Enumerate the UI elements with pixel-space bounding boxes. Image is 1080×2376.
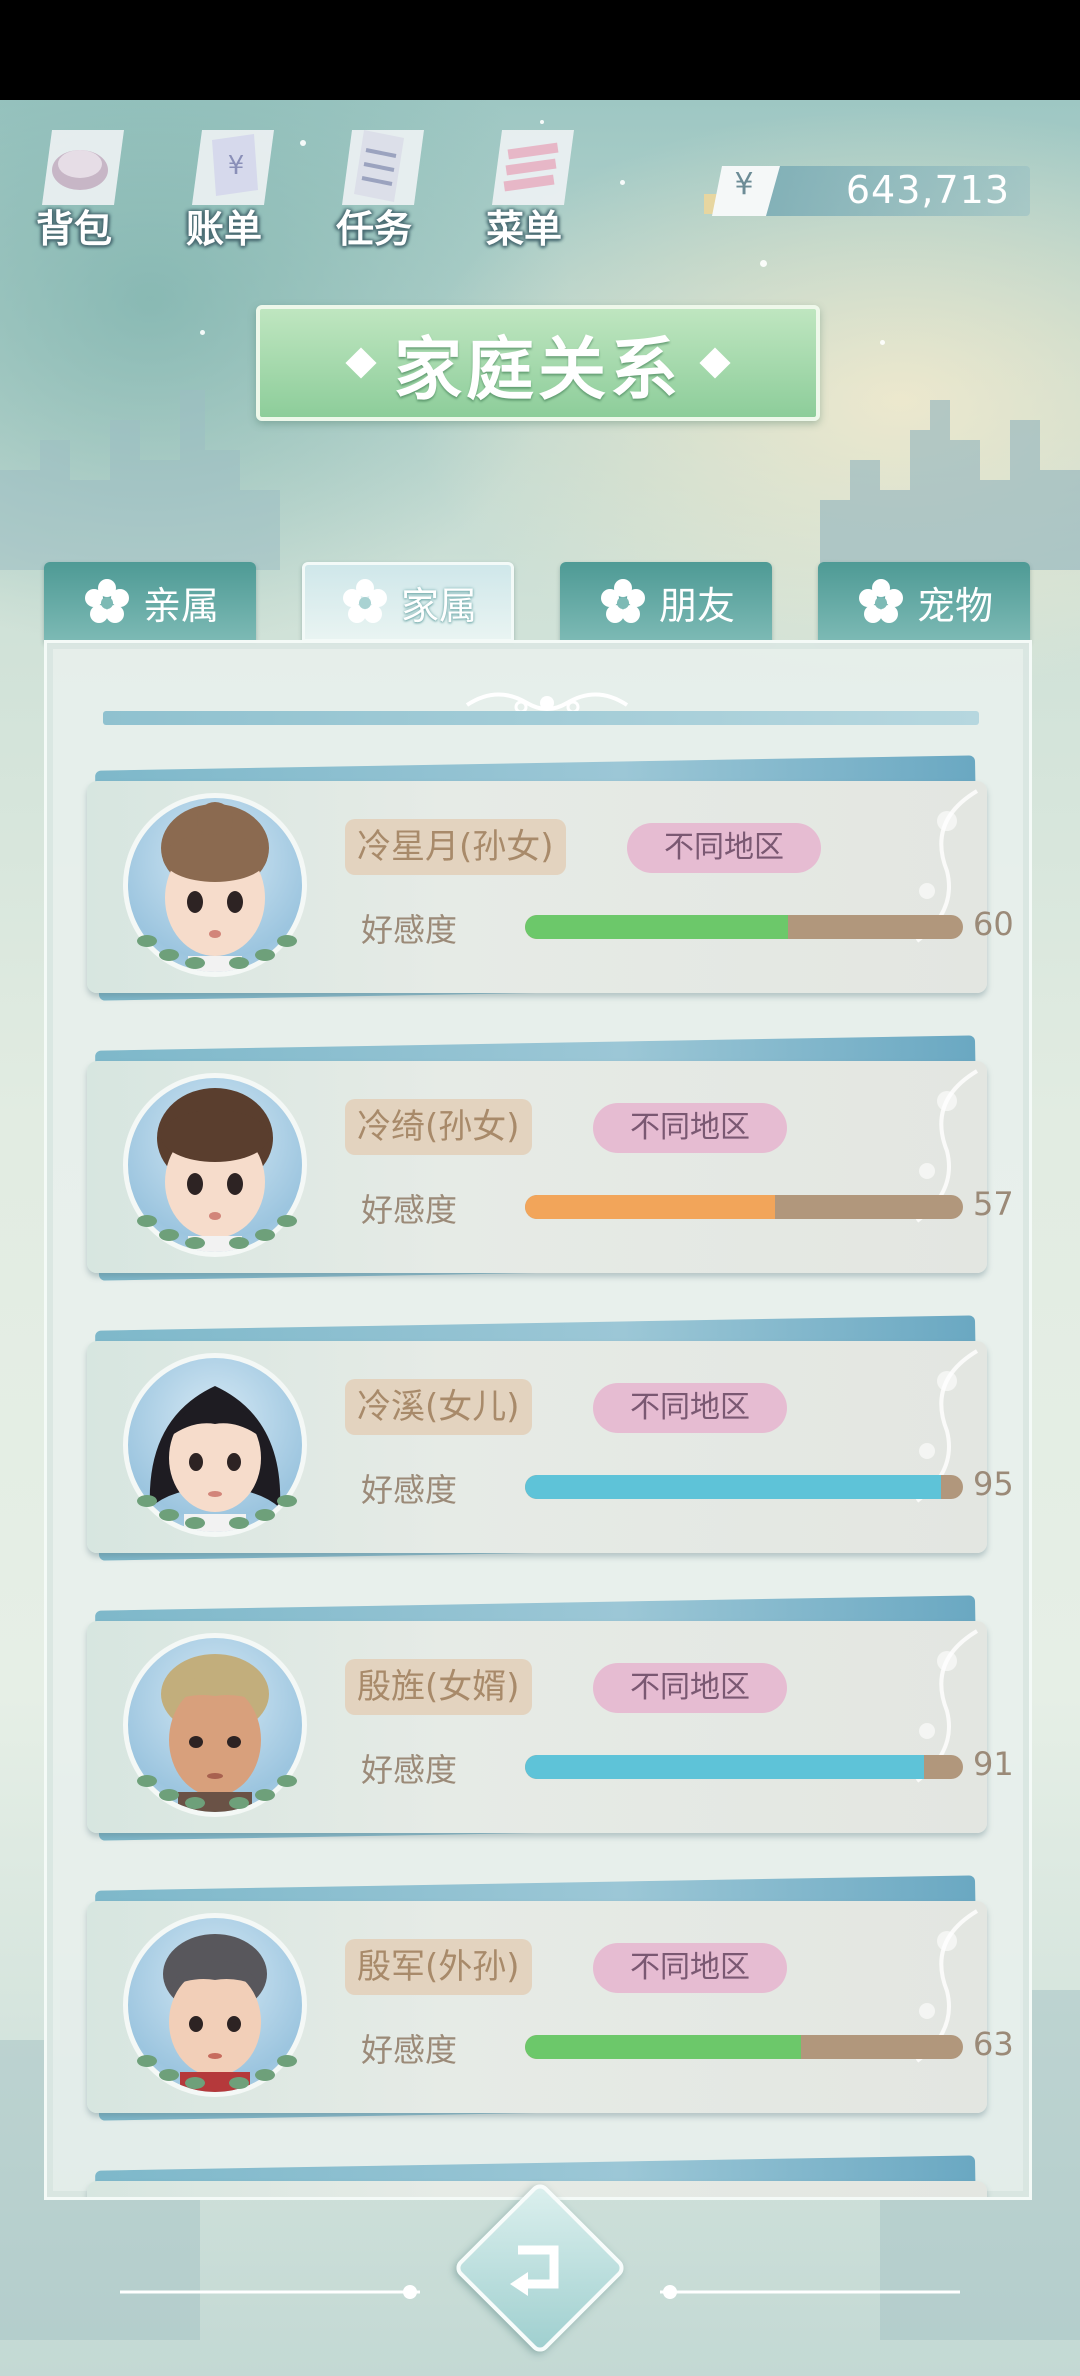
money-display: ¥ 643,713: [700, 160, 1040, 222]
diamond-icon: [345, 347, 377, 379]
affinity-value: 91: [973, 1745, 1014, 1783]
affinity-label: 好感度: [361, 1751, 458, 1789]
yen-icon: ¥: [704, 166, 780, 216]
affinity-bar-fill: [525, 915, 788, 939]
tab-label: 家属: [400, 583, 477, 628]
tab-label: 宠物: [916, 583, 993, 628]
tab-label: 朋友: [658, 583, 735, 628]
sparkle: [620, 180, 625, 185]
member-name: 殷军(外孙): [345, 1939, 532, 1995]
tab-family[interactable]: 家属: [302, 562, 514, 642]
bill-icon: ¥: [192, 130, 274, 205]
affinity-bar-fill: [525, 1475, 942, 1499]
tab-relatives[interactable]: 亲属: [44, 562, 256, 642]
member-card[interactable]: 殷旌(女婿) 不同地区 好感度 91: [87, 1595, 1014, 1847]
tab-label: 亲属: [142, 583, 219, 628]
member-name: 冷溪(女儿): [345, 1379, 532, 1435]
flower-icon: [342, 579, 387, 623]
bag-button[interactable]: 背包: [14, 110, 134, 251]
diamond-icon: [699, 347, 731, 379]
flower-icon: [600, 579, 645, 623]
money-value: 643,713: [845, 168, 1010, 212]
tab-pets[interactable]: 宠物: [818, 562, 1030, 642]
member-name: 冷绮(孙女): [345, 1099, 532, 1155]
sparkle: [880, 340, 885, 345]
leaf-wreath-icon: [137, 935, 297, 969]
card-edge: [103, 711, 979, 725]
affinity-value: 95: [973, 1465, 1014, 1503]
member-name: 殷旌(女婿): [345, 1659, 532, 1715]
affinity-bar: [525, 1755, 963, 1779]
tab-friends[interactable]: 朋友: [560, 562, 772, 642]
bill-label: 账单: [185, 207, 262, 251]
svg-text:¥: ¥: [734, 167, 753, 202]
leaf-wreath-icon: [137, 1215, 297, 1249]
flower-icon: [858, 579, 903, 623]
sparkle: [760, 260, 767, 267]
affinity-label: 好感度: [361, 2031, 458, 2069]
affinity-value: 57: [973, 1185, 1014, 1223]
region-badge: 不同地区: [593, 1943, 787, 1993]
affinity-label: 好感度: [361, 1191, 458, 1229]
affinity-bar-fill: [525, 2035, 801, 2059]
leaf-wreath-icon: [137, 1775, 297, 1809]
flower-icon: [84, 579, 129, 623]
member-name: 冷星月(孙女): [345, 819, 566, 875]
leaf-wreath-icon: [137, 1495, 297, 1529]
member-card[interactable]: 冷星月(孙女) 不同地区 好感度 60: [87, 755, 1014, 1007]
menu-label: 菜单: [485, 207, 562, 251]
region-badge: 不同地区: [627, 823, 821, 873]
task-button[interactable]: 任务: [314, 110, 434, 251]
page-title-banner: 家庭关系: [256, 305, 820, 421]
page-title: 家庭关系: [393, 330, 682, 410]
bag-label: 背包: [35, 207, 112, 251]
region-badge: 不同地区: [593, 1383, 787, 1433]
affinity-bar: [525, 1475, 963, 1499]
sparkle: [300, 140, 306, 146]
task-icon: [342, 130, 424, 205]
bill-button[interactable]: ¥ 账单: [164, 110, 284, 251]
affinity-bar-fill: [525, 1195, 775, 1219]
region-badge: 不同地区: [593, 1103, 787, 1153]
affinity-bar: [525, 1195, 963, 1219]
affinity-bar: [525, 2035, 963, 2059]
member-card[interactable]: 冷溪(女儿) 不同地区 好感度 95: [87, 1315, 1014, 1567]
status-bar: [0, 0, 1080, 100]
task-label: 任务: [335, 207, 412, 251]
affinity-bar: [525, 915, 963, 939]
member-card[interactable]: 殷军(外孙) 不同地区 好感度 63: [87, 1875, 1014, 2127]
affinity-value: 63: [973, 2025, 1014, 2063]
affinity-value: 60: [973, 905, 1014, 943]
member-card[interactable]: 冷绮(孙女) 不同地区 好感度 57: [87, 1035, 1014, 1287]
affinity-label: 好感度: [361, 911, 458, 949]
back-arrow-icon: [510, 2245, 559, 2296]
bag-icon: [42, 130, 124, 205]
sparkle: [200, 330, 205, 335]
affinity-bar-fill: [525, 1755, 924, 1779]
svg-text:¥: ¥: [228, 151, 245, 181]
leaf-wreath-icon: [137, 2055, 297, 2089]
affinity-label: 好感度: [361, 1471, 458, 1509]
family-list-panel[interactable]: 冷星月(孙女) 不同地区 好感度 60 冷绮(孙女) 不同地区 好感度 57 冷…: [44, 640, 1032, 2200]
region-badge: 不同地区: [593, 1663, 787, 1713]
menu-icon: [492, 130, 574, 205]
menu-button[interactable]: 菜单: [464, 110, 584, 251]
